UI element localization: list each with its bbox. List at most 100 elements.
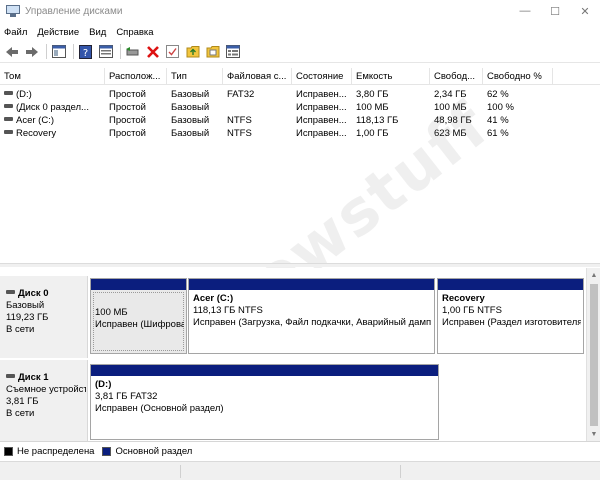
volume-capacity: 1,00 ГБ [356, 128, 389, 139]
volume-free-space: 48,98 ГБ [434, 115, 472, 126]
console-tree-icon[interactable] [50, 43, 67, 60]
legend-swatch-primary [102, 447, 112, 456]
partition-status: Исправен (Основной раздел) [95, 403, 224, 414]
partition-name: Acer (C:) [193, 293, 234, 304]
legend: Не распределена Основной раздел [0, 441, 600, 461]
column-header-free-space[interactable]: Свобод... [430, 68, 483, 85]
up-folder-icon[interactable] [184, 43, 201, 60]
table-row[interactable]: Acer (C:) Простой Базовый NTFS Исправен.… [0, 114, 600, 127]
volume-type: Базовый [171, 115, 210, 126]
column-header-free-percent[interactable]: Свободно % [483, 68, 553, 85]
menu-view[interactable]: Вид [85, 27, 112, 38]
partition-status: Исправен (Загрузка, Файл подкачки, Авари… [193, 317, 432, 328]
volume-filesystem [223, 101, 292, 114]
legend-label-unallocated: Не распределена [17, 446, 95, 457]
volume-capacity: 3,80 ГБ [356, 89, 389, 100]
volume-free-percent: 62 % [487, 89, 509, 100]
status-segment [180, 465, 181, 478]
disk-1-label[interactable]: Диск 1 Съемное устройство 3,81 ГБ В сети [0, 360, 88, 441]
partition-acer-c[interactable]: Acer (C:) 118,13 ГБ NTFS Исправен (Загру… [188, 278, 435, 354]
column-header-volume[interactable]: Том [0, 68, 105, 85]
volume-free-space: 623 МБ [434, 128, 467, 139]
volume-status: Исправен... [296, 128, 347, 139]
volume-layout: Простой [109, 102, 146, 113]
volume-capacity: 100 МБ [356, 102, 389, 113]
disk-0-label[interactable]: Диск 0 Базовый 119,23 ГБ В сети [0, 276, 88, 358]
toolbar-separator [73, 44, 74, 59]
pane-splitter[interactable] [0, 263, 600, 267]
delete-icon[interactable] [144, 43, 161, 60]
volume-type: Базовый [171, 89, 210, 100]
partition-size: 100 МБ [95, 307, 128, 318]
volume-free-percent: 100 % [487, 102, 514, 113]
volume-icon [4, 117, 13, 122]
volume-type: Базовый [171, 128, 210, 139]
volume-type: Базовый [171, 102, 210, 113]
partition-name: Recovery [442, 293, 485, 304]
table-row[interactable]: Recovery Простой Базовый NTFS Исправен..… [0, 127, 600, 140]
volume-free-percent: 61 % [487, 128, 509, 139]
column-header-filesystem[interactable]: Файловая с... [223, 68, 292, 85]
help-icon[interactable]: ? [77, 43, 94, 60]
legend-label-primary: Основной раздел [115, 446, 193, 457]
partition-size: 3,81 ГБ FAT32 [95, 391, 158, 402]
menu-bar: Файл Действие Вид Справка [0, 23, 600, 41]
volume-name: Acer (C:) [16, 115, 54, 126]
disk-name: Диск 1 [18, 372, 49, 383]
partition-size: 1,00 ГБ NTFS [442, 305, 502, 316]
column-header-status[interactable]: Состояние [292, 68, 352, 85]
volume-status: Исправен... [296, 89, 347, 100]
partition-status: Исправен (Шифрованный EFI системный разд… [95, 319, 184, 330]
connect-drive-icon[interactable] [124, 43, 141, 60]
disk-state: В сети [6, 408, 35, 419]
title-bar: Управление дисками — ☐ ✕ [0, 0, 600, 22]
partition-status: Исправен (Раздел изготовителя OEM) [442, 317, 581, 328]
column-header-layout[interactable]: Располож... [105, 68, 167, 85]
volume-capacity: 118,13 ГБ [356, 115, 399, 126]
partition-recovery[interactable]: Recovery 1,00 ГБ NTFS Исправен (Раздел и… [437, 278, 584, 354]
maximize-button[interactable]: ☐ [540, 0, 570, 22]
volume-icon [4, 130, 13, 135]
menu-help[interactable]: Справка [112, 27, 159, 38]
new-folder-icon[interactable] [204, 43, 221, 60]
partition-name: (D:) [95, 379, 112, 390]
disk-type: Съемное устройство [6, 384, 86, 395]
vertical-scrollbar[interactable]: ▲ ▼ [586, 268, 600, 441]
volume-name: (Диск 0 раздел... [16, 102, 89, 113]
partition-d[interactable]: (D:) 3,81 ГБ FAT32 Исправен (Основной ра… [90, 364, 439, 440]
disk-size: 3,81 ГБ [6, 396, 39, 407]
table-row[interactable]: (D:) Простой Базовый FAT32 Исправен... 3… [0, 88, 600, 101]
scroll-down-icon[interactable]: ▼ [587, 427, 600, 441]
scroll-thumb[interactable] [590, 284, 598, 426]
disk-icon [6, 290, 15, 295]
volume-status: Исправен... [296, 115, 347, 126]
volume-free-percent: 41 % [487, 115, 509, 126]
column-header-type[interactable]: Тип [167, 68, 223, 85]
volume-status: Исправен... [296, 102, 347, 113]
toolbar: ? [0, 41, 600, 63]
back-icon[interactable] [3, 43, 20, 60]
close-button[interactable]: ✕ [570, 0, 600, 22]
menu-file[interactable]: Файл [0, 27, 33, 38]
disk-row-1: Диск 1 Съемное устройство 3,81 ГБ В сети… [0, 360, 586, 441]
partition-efi[interactable]: 100 МБ Исправен (Шифрованный EFI системн… [90, 278, 187, 354]
legend-swatch-unallocated [4, 447, 13, 456]
volume-icon [4, 91, 13, 96]
volume-icon [4, 104, 13, 109]
minimize-button[interactable]: — [510, 0, 540, 22]
volume-list: Том Располож... Тип Файловая с... Состоя… [0, 68, 600, 263]
check-icon[interactable] [164, 43, 181, 60]
toolbar-separator [120, 44, 121, 59]
forward-icon[interactable] [23, 43, 40, 60]
partition-size: 118,13 ГБ NTFS [193, 305, 263, 316]
scroll-up-icon[interactable]: ▲ [587, 268, 600, 282]
volume-name: Recovery [16, 128, 57, 139]
volume-layout: Простой [109, 89, 146, 100]
volume-list-header: Том Располож... Тип Файловая с... Состоя… [0, 68, 600, 85]
list-view-icon[interactable] [224, 43, 241, 60]
toolbar-separator [46, 44, 47, 59]
column-header-capacity[interactable]: Емкость [352, 68, 430, 85]
menu-action[interactable]: Действие [33, 27, 85, 38]
properties-icon[interactable] [97, 43, 114, 60]
table-row[interactable]: (Диск 0 раздел... Простой Базовый Исправ… [0, 101, 600, 114]
